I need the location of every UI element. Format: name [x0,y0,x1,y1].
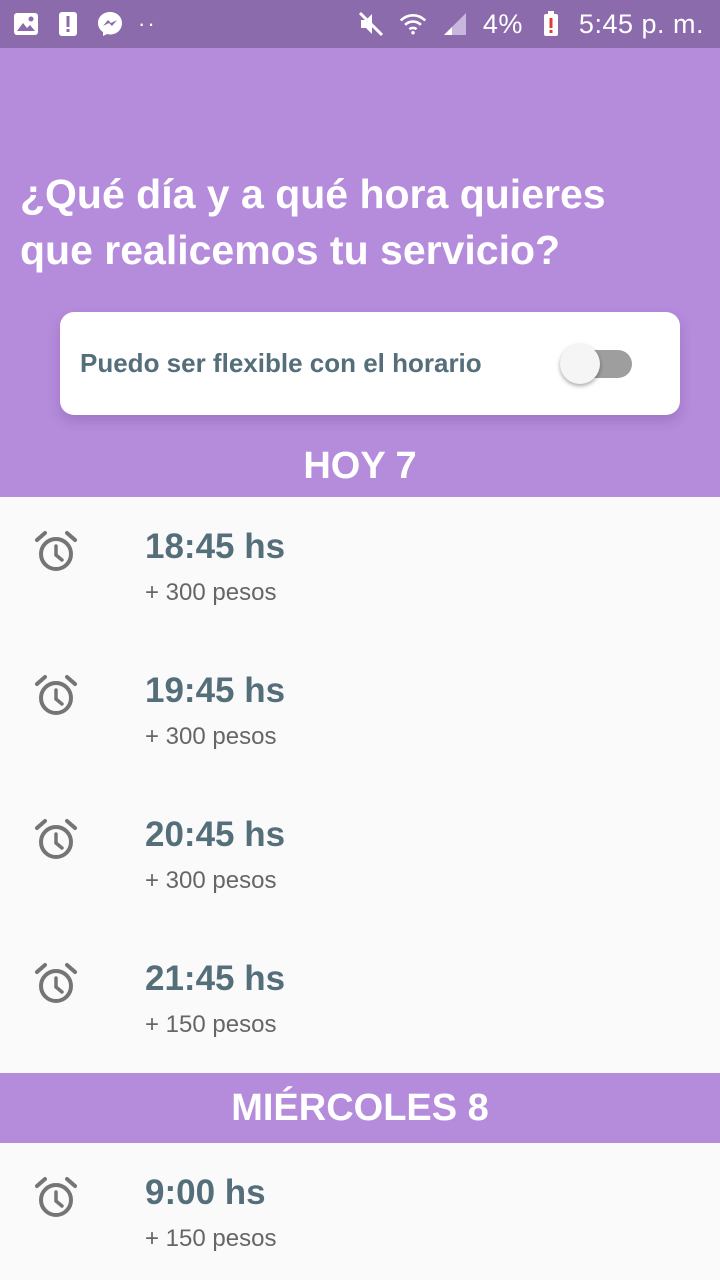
slot-price: + 300 pesos [145,579,277,606]
slot-time: 21:45 hs [145,959,286,998]
alarm-clock-icon [35,1177,77,1217]
day-header-wednesday: MIÉRCOLES 8 [0,1073,720,1143]
slot-time: 19:45 hs [145,671,286,710]
slot-price: + 150 pesos [145,1225,277,1252]
flexible-schedule-label: Puedo ser flexible con el horario [80,348,482,378]
clock: 5:45 p. m. [578,8,704,39]
mute-icon [357,10,385,38]
slot-price: + 150 pesos [145,1011,277,1038]
page-title-line-1: ¿Qué día y a qué hora quieres [20,171,606,217]
today-slot-list: 18:45 hs + 300 pesos 19:45 hs + 300 peso… [0,497,720,1073]
day-header-today: HOY 7 [303,445,417,487]
status-bar: ·· 4% 5:45 p. m. [0,0,720,48]
toggle-knob [560,343,600,384]
time-slot[interactable]: 20:45 hs + 300 pesos [0,785,720,929]
alarm-clock-icon [35,963,77,1003]
slot-time: 9:00 hs [145,1173,266,1212]
time-slot[interactable]: 19:45 hs + 300 pesos [0,641,720,785]
header: ¿Qué día y a qué hora quieres que realic… [0,48,720,497]
more-dots-icon: ·· [138,11,157,36]
alarm-clock-icon [35,531,77,571]
time-slot[interactable]: 21:45 hs + 150 pesos [0,929,720,1073]
messenger-icon [96,10,124,38]
alert-icon [54,10,82,38]
battery-low-icon [537,10,565,38]
slot-price: + 300 pesos [145,723,277,750]
slot-time: 20:45 hs [145,815,286,854]
signal-icon [441,10,469,38]
alarm-clock-icon [35,675,77,715]
alarm-clock-icon [35,819,77,859]
page-title: ¿Qué día y a qué hora quieres que realic… [20,166,700,278]
time-slot[interactable]: 9:00 hs + 150 pesos [0,1143,720,1280]
battery-percent: 4% [482,8,523,39]
flexible-schedule-toggle[interactable] [560,342,634,386]
wednesday-slot-list: 9:00 hs + 150 pesos [0,1143,720,1280]
slot-time: 18:45 hs [145,527,286,566]
flexible-schedule-card: Puedo ser flexible con el horario [60,312,680,415]
slot-price: + 300 pesos [145,867,277,894]
page-title-line-2: que realicemos tu servicio? [20,227,561,273]
image-icon [12,10,40,38]
wifi-icon [399,10,427,38]
time-slot[interactable]: 18:45 hs + 300 pesos [0,497,720,641]
